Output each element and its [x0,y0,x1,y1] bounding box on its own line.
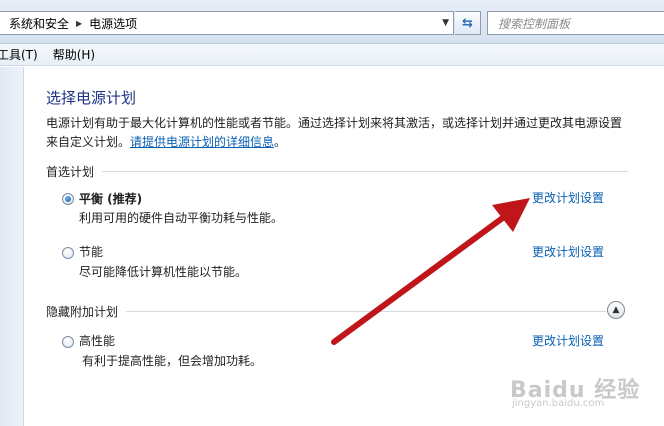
chevron-up-icon: ▲ [612,305,620,315]
divider [126,311,607,312]
change-plan-settings-balanced-link[interactable]: 更改计划设置 [532,189,604,206]
breadcrumb-item-power-options[interactable]: 电源选项 [89,15,137,32]
search-placeholder: 搜索控制面板 [498,16,571,31]
radio-power-saver[interactable] [62,247,74,259]
refresh-icon: ⇆ [462,15,473,31]
preferred-plans-header: 首选计划 [46,163,629,180]
chevron-right-icon[interactable]: ▶ [76,19,82,28]
baidu-watermark-url: jingyan.baidu.com [512,398,605,409]
menu-tools[interactable]: 工具(T) [0,46,38,63]
plan-name-balanced[interactable]: 平衡 (推荐) [79,190,142,207]
divider [102,171,629,172]
breadcrumb-item-system-security[interactable]: 系统和安全 [9,15,69,32]
plan-name-power-saver[interactable]: 节能 [79,243,103,260]
breadcrumb[interactable]: 系统和安全 ▶ 电源选项 ▼ [0,11,454,35]
hidden-plans-header[interactable]: 隐藏附加计划 [46,303,607,320]
plan-name-high-performance[interactable]: 高性能 [79,332,115,349]
page-title: 选择电源计划 [46,89,137,107]
plan-description-power-saver: 尽可能降低计算机性能以节能。 [79,265,248,279]
hidden-plans-label[interactable]: 隐藏附加计划 [46,303,118,320]
search-input[interactable]: 搜索控制面板 [487,11,664,35]
change-plan-settings-power-saver-link[interactable]: 更改计划设置 [532,243,604,260]
description-line-2-prefix: 来自定义计划。 [46,135,131,149]
plan-description-high-performance: 有利于提高性能，但会增加功耗。 [82,354,263,368]
collapse-button[interactable]: ▲ [607,301,625,319]
preferred-plans-label: 首选计划 [46,165,95,179]
description-line-2-suffix: 。 [274,135,287,149]
description-line-1: 电源计划有助于最大化计算机的性能或者节能。通过选择计划来将其激活，或选择计划并通… [46,116,623,130]
change-plan-settings-high-performance-link[interactable]: 更改计划设置 [532,332,604,349]
page-description: 电源计划有助于最大化计算机的性能或者节能。通过选择计划来将其激活，或选择计划并通… [46,114,646,152]
menu-help[interactable]: 帮助(H) [53,46,95,63]
radio-high-performance[interactable] [62,336,74,348]
navigation-pane [0,67,24,426]
refresh-button[interactable]: ⇆ [455,11,481,35]
plan-description-balanced: 利用可用的硬件自动平衡功耗与性能。 [79,211,284,225]
radio-balanced[interactable] [62,193,74,205]
chevron-down-icon[interactable]: ▼ [442,18,449,28]
plan-details-link[interactable]: 请提供电源计划的详细信息 [130,135,274,149]
address-bar: 系统和安全 ▶ 电源选项 ▼ ⇆ 搜索控制面板 [0,0,664,44]
menu-bar: 工具(T) 帮助(H) [0,44,664,66]
